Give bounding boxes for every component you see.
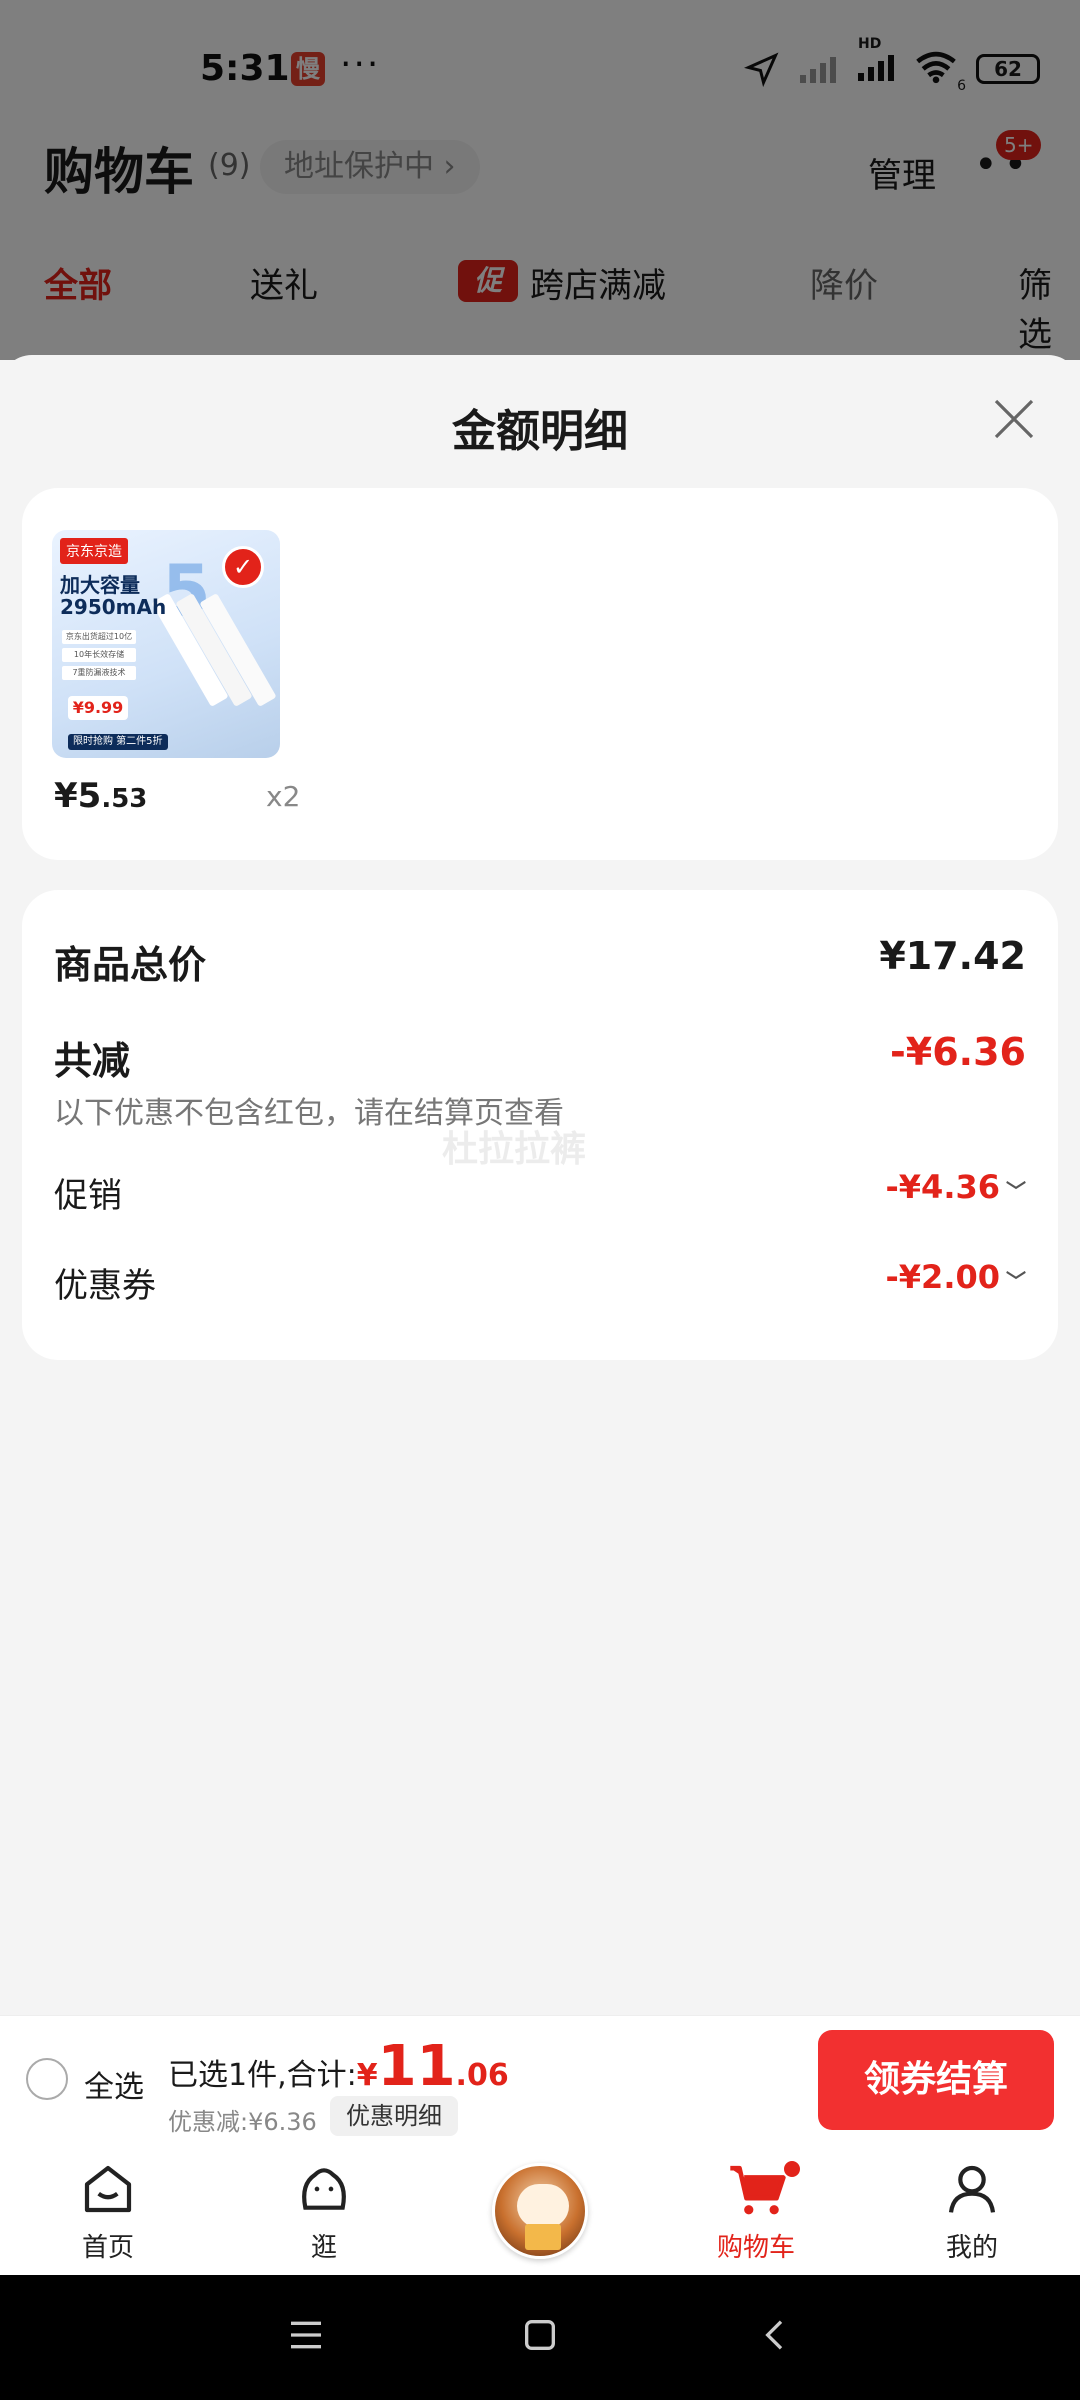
tab-home-label: 首页: [81, 2233, 134, 2263]
selection-summary: 已选1件,合计:¥11.06: [168, 2034, 509, 2099]
price-decimal: .53: [101, 784, 148, 814]
promo-label: 促销: [54, 1176, 122, 1216]
close-icon[interactable]: [990, 395, 1038, 443]
selected-check-icon: ✓: [222, 546, 264, 588]
modal-overlay[interactable]: [0, 0, 1080, 360]
tab-me-label: 我的: [945, 2233, 998, 2263]
promo-row[interactable]: 促销 -¥4.36 ﹀: [54, 1168, 1026, 1217]
feature-item: 7重防漏液技术: [62, 666, 136, 680]
coupon-value: -¥2.00: [885, 1258, 1001, 1296]
brand-label: 京东京造: [60, 538, 128, 564]
product-card: 5 京东京造 加大容量 2950mAh 京东出货超过10亿 10年长效存储 7重…: [22, 488, 1058, 860]
capacity-text: 加大容量 2950mAh: [60, 574, 166, 618]
coupon-label: 优惠券: [54, 1266, 156, 1306]
sheet-title: 金额明细: [452, 406, 628, 457]
coupon-value-wrap: -¥2.00 ﹀: [886, 1258, 1027, 1296]
back-icon[interactable]: [756, 2315, 796, 2355]
capacity-line-1: 加大容量: [60, 573, 140, 597]
total-row: 商品总价 ¥17.42: [54, 934, 1026, 989]
product-quantity: x2: [266, 780, 301, 813]
browse-icon: [302, 2168, 346, 2210]
total-currency: ¥: [356, 2058, 378, 2093]
mascot-avatar-icon[interactable]: [492, 2163, 588, 2259]
product-image[interactable]: 5 京东京造 加大容量 2950mAh 京东出货超过10亿 10年长效存储 7重…: [52, 530, 280, 758]
select-all-checkbox[interactable]: [26, 2058, 68, 2100]
capacity-line-2: 2950mAh: [60, 595, 167, 619]
feature-item: 10年长效存储: [62, 648, 136, 662]
price-summary-card: 商品总价 ¥17.42 共减 -¥6.36 以下优惠不包含红包，请在结算页查看 …: [22, 890, 1058, 1360]
menu-icon[interactable]: [286, 2315, 326, 2355]
reduce-value: -¥6.36: [890, 1030, 1026, 1074]
profile-icon: [948, 2165, 996, 2213]
reduce-label: 共减: [54, 1039, 131, 1083]
tab-cart-label: 购物车: [716, 2233, 795, 2263]
discount-detail-button[interactable]: 优惠明细: [330, 2096, 458, 2136]
home-button-icon[interactable]: [520, 2315, 560, 2355]
coupon-row[interactable]: 优惠券 -¥2.00 ﹀: [54, 1258, 1026, 1307]
discount-summary: 优惠减:¥6.36: [168, 2108, 317, 2136]
amount-detail-sheet: 金额明细 5 京东京造 加大容量 2950mAh 京东出货超过10亿 10年长效…: [0, 355, 1080, 2015]
checkout-bar: 全选 已选1件,合计:¥11.06 优惠减:¥6.36 优惠明细 领券结算: [0, 2015, 1080, 2145]
image-price-tag: ¥9.99: [68, 696, 128, 720]
feature-item: 京东出货超过10亿: [62, 630, 136, 644]
mascot-face: [517, 2184, 569, 2228]
total-decimal: .06: [455, 2058, 509, 2093]
total-label: 商品总价: [54, 943, 207, 987]
chevron-down-icon[interactable]: ﹀: [1006, 1265, 1026, 1294]
chevron-down-icon[interactable]: ﹀: [1006, 1175, 1026, 1204]
tab-me[interactable]: 我的: [892, 2145, 1052, 2275]
checkout-button[interactable]: 领券结算: [818, 2030, 1054, 2130]
system-nav-bar: [0, 2275, 1080, 2400]
cart-icon: [730, 2165, 786, 2215]
tab-home[interactable]: 首页: [28, 2145, 188, 2275]
cart-notification-dot: [782, 2159, 802, 2179]
selected-text: 已选1件,合计:: [168, 2058, 357, 2093]
mascot-box: [525, 2224, 561, 2250]
bottom-tab-bar: 首页 逛 购物车 我的: [0, 2145, 1080, 2275]
price-main: ¥5: [54, 776, 102, 816]
watermark-text: 杜拉拉裤: [442, 1129, 587, 1170]
total-value: ¥17.42: [879, 934, 1026, 978]
product-price: ¥5.53: [54, 776, 147, 816]
home-icon: [84, 2165, 132, 2213]
limited-offer-tag: 限时抢购 第二件5折: [68, 734, 168, 750]
tab-browse-label: 逛: [310, 2233, 337, 2263]
promo-value: -¥4.36: [885, 1168, 1001, 1206]
feature-list: 京东出货超过10亿 10年长效存储 7重防漏液技术: [62, 630, 136, 684]
total-integer: 11: [377, 2034, 456, 2099]
tab-cart[interactable]: 购物车: [676, 2145, 836, 2275]
select-all-label[interactable]: 全选: [84, 2062, 144, 2106]
reduce-row: 共减 -¥6.36: [54, 1030, 1026, 1085]
tab-browse[interactable]: 逛: [244, 2145, 404, 2275]
promo-value-wrap: -¥4.36 ﹀: [886, 1168, 1027, 1206]
